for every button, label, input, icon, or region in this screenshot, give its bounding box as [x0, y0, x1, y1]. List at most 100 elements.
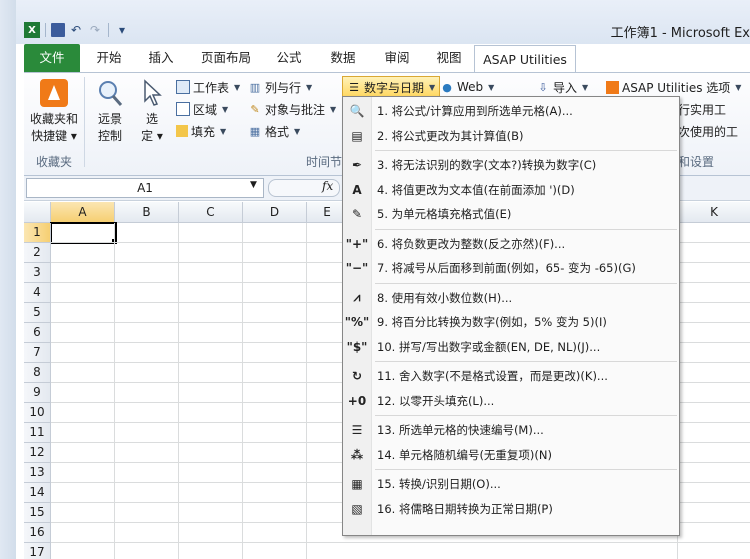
row-header[interactable]: 15	[24, 503, 51, 523]
menu-item[interactable]: "$" 10. 拼写/写出数字或金额(EN, DE, NL)(J)...	[343, 335, 679, 359]
menu-item[interactable]: ☰ 13. 所选单元格的快速编号(M)...	[343, 418, 679, 442]
row-header[interactable]: 1	[24, 223, 51, 243]
menu-item[interactable]: "+" 6. 将负数更改为整数(反之亦然)(F)...	[343, 232, 679, 256]
row-header[interactable]: 16	[24, 523, 51, 543]
row-header[interactable]: 14	[24, 483, 51, 503]
row-header[interactable]: 5	[24, 303, 51, 323]
menu-item[interactable]: 🔍 1. 将公式/计算应用到所选单元格(A)...	[343, 99, 679, 123]
format-menu[interactable]: ▦ 格式 ▼	[248, 121, 300, 141]
tab-home[interactable]: 开始	[86, 44, 132, 72]
utilities-item[interactable]: 行实用工	[678, 99, 726, 119]
tab-file[interactable]: 文件	[24, 44, 80, 72]
tab-data[interactable]: 数据	[320, 44, 366, 72]
column-header-c[interactable]: C	[179, 202, 243, 223]
menu-item[interactable]: ⁂ 14. 单元格随机编号(无重复项)(N)	[343, 443, 679, 467]
globe-icon: ●	[442, 80, 452, 94]
last-used-item[interactable]: 次使用的工	[678, 121, 738, 141]
menu-item[interactable]: ✒ 3. 将无法识别的数字(文本?)转换为数字(C)	[343, 153, 679, 177]
decimal-icon: ⩘	[353, 290, 361, 304]
worksheet-menu[interactable]: 工作表 ▼	[176, 77, 240, 97]
menu-item[interactable]: ▤ 2. 将公式更改为其计算值(B)	[343, 124, 679, 148]
fill-menu[interactable]: 填充 ▼	[176, 121, 226, 141]
columns-rows-menu[interactable]: ▥ 列与行 ▼	[248, 77, 312, 97]
web-menu[interactable]: ● Web ▼	[440, 77, 494, 97]
name-box[interactable]: A1	[26, 178, 264, 198]
row-header[interactable]: 9	[24, 383, 51, 403]
row-header[interactable]: 13	[24, 463, 51, 483]
quick-access-toolbar: X ↶ ↷ ▾	[24, 18, 130, 42]
row-header[interactable]: 3	[24, 263, 51, 283]
row-header[interactable]: 11	[24, 423, 51, 443]
chevron-down-icon: ▼	[735, 82, 742, 92]
column-header-k[interactable]: K	[678, 202, 750, 223]
percent-icon: "%"	[344, 315, 370, 329]
menu-item[interactable]: +0 12. 以零开头填充(L)...	[343, 389, 679, 413]
range-icon	[176, 102, 190, 116]
row-header[interactable]: 7	[24, 343, 51, 363]
menu-item[interactable]: "−" 7. 将减号从后面移到前面(例如，65- 变为 -65)(G)	[343, 256, 679, 280]
tab-insert[interactable]: 插入	[138, 44, 184, 72]
tab-formulas[interactable]: 公式	[266, 44, 312, 72]
grid-column-line	[114, 223, 115, 559]
objects-comments-menu[interactable]: ✎ 对象与批注 ▼	[248, 99, 336, 119]
minus-icon: "−"	[345, 261, 369, 275]
row-header[interactable]: 4	[24, 283, 51, 303]
menu-item[interactable]: A 4. 将值更改为文本值(在前面添加 ')(D)	[343, 178, 679, 202]
group-label-favorites: 收藏夹	[36, 155, 73, 169]
menu-separator	[375, 150, 677, 151]
row-header[interactable]: 2	[24, 243, 51, 263]
row-header[interactable]: 17	[24, 543, 51, 559]
excel-logo-icon[interactable]: X	[24, 22, 40, 38]
remote-control-button[interactable]: 远景 控制	[90, 77, 130, 145]
formula-icon: 🔍	[349, 104, 365, 118]
tab-asap-utilities[interactable]: ASAP Utilities	[474, 45, 576, 73]
chevron-down-icon: ▼	[582, 82, 589, 92]
function-icon[interactable]: fx	[322, 179, 333, 193]
asap-options-menu[interactable]: ASAP Utilities 选项 ▼	[606, 77, 741, 97]
grid-column-line	[242, 223, 243, 559]
random-icon: ⁂	[350, 447, 364, 462]
tab-review[interactable]: 审阅	[374, 44, 420, 72]
range-menu[interactable]: 区域 ▼	[176, 99, 228, 119]
numbers-dates-menu[interactable]: ☰ 数字与日期 ▼	[342, 76, 441, 98]
selected-cell[interactable]	[50, 222, 117, 244]
undo-icon[interactable]: ↶	[68, 22, 84, 38]
menu-item-label: 10. 拼写/写出数字或金额(EN, DE, NL)(J)...	[377, 339, 601, 354]
menu-separator	[375, 282, 677, 284]
select-all-corner[interactable]	[24, 202, 51, 223]
numbers-dates-label: 数字与日期	[364, 80, 425, 95]
menu-separator	[375, 361, 677, 362]
menu-item-label: 1. 将公式/计算应用到所选单元格(A)...	[377, 104, 573, 118]
menu-item[interactable]: ↻ 11. 舍入数字(不是格式设置，而是更改)(K)...	[343, 364, 679, 388]
save-icon[interactable]	[51, 23, 65, 37]
menu-item[interactable]: ✎ 5. 为单元格填充格式值(E)	[343, 202, 679, 226]
row-header[interactable]: 8	[24, 363, 51, 383]
paste-value-icon: ▤	[351, 128, 363, 143]
column-header-a[interactable]: A	[51, 202, 115, 223]
customize-qat-icon[interactable]: ▾	[114, 22, 130, 38]
round-icon: ↻	[351, 369, 363, 383]
menu-item[interactable]: ▦ 15. 转换/识别日期(O)...	[343, 472, 679, 496]
chevron-down-icon: ▼	[429, 82, 436, 92]
range-label: 区域	[193, 102, 218, 117]
import-menu[interactable]: ⇩ 导入 ▼	[536, 77, 588, 97]
tab-view[interactable]: 视图	[426, 44, 472, 72]
select-button[interactable]: 选 定 ▾	[134, 77, 170, 145]
menu-item[interactable]: ⩘ 8. 使用有效小数位数(H)...	[343, 286, 679, 310]
favorites-button[interactable]: 收藏夹和 快捷键 ▾	[28, 77, 80, 145]
chevron-down-icon[interactable]: ▼	[250, 180, 257, 190]
group-separator	[84, 77, 85, 167]
menu-item[interactable]: ▧ 16. 将儒略日期转换为正常日期(P)	[343, 497, 679, 521]
last-used-label: 次使用的工	[678, 124, 739, 139]
row-header[interactable]: 6	[24, 323, 51, 343]
group-label-time: 时间节	[306, 155, 343, 169]
column-header-d[interactable]: D	[243, 202, 307, 223]
row-header[interactable]: 12	[24, 443, 51, 463]
column-header-b[interactable]: B	[115, 202, 179, 223]
redo-icon[interactable]: ↷	[87, 22, 103, 38]
format-label: 格式	[265, 124, 290, 139]
tab-page-layout[interactable]: 页面布局	[194, 44, 258, 72]
menu-item[interactable]: "%" 9. 将百分比转换为数字(例如，5% 变为 5)(I)	[343, 310, 679, 334]
web-label: Web	[457, 80, 484, 94]
row-header[interactable]: 10	[24, 403, 51, 423]
